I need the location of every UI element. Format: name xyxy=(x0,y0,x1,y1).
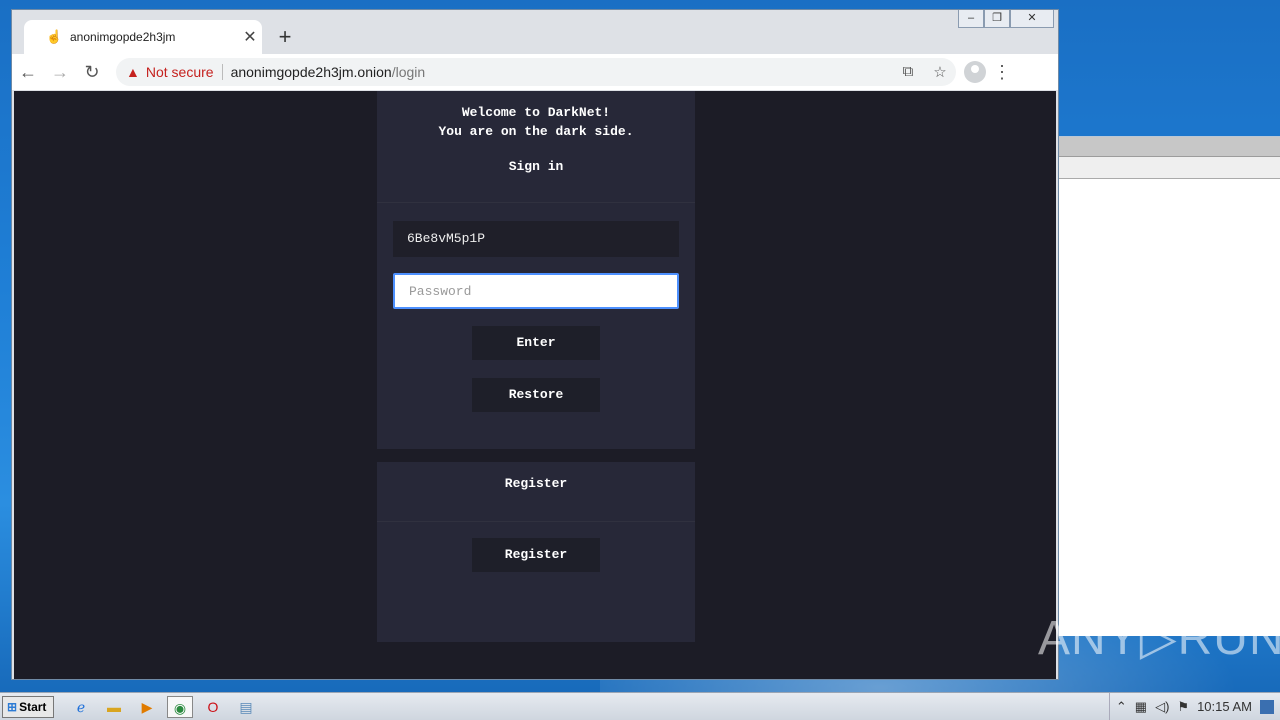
reload-icon[interactable]: ↻ xyxy=(76,62,108,83)
minimize-icon[interactable]: – xyxy=(958,10,984,28)
warning-icon: ▲ xyxy=(126,64,140,80)
login-header: Welcome to DarkNet! You are on the dark … xyxy=(377,91,695,203)
background-window[interactable] xyxy=(1058,136,1280,636)
welcome-line-1: Welcome to DarkNet! xyxy=(461,105,611,120)
start-button[interactable]: ⊞ Start xyxy=(2,695,54,718)
taskbar: ⊞ Start ℯ ▬ ▶ ◉ O ▤ ⌃ ▦ ◁) ⚑ 10:15 AM xyxy=(0,692,1280,720)
signin-heading: Sign in xyxy=(508,159,564,174)
page-viewport: Welcome to DarkNet! You are on the dark … xyxy=(14,91,1056,679)
opera-icon[interactable]: O xyxy=(200,696,226,718)
star-bookmark-icon[interactable]: ☆ xyxy=(924,63,956,81)
register-heading: Register xyxy=(377,462,695,522)
username-field[interactable]: 6Be8vM5p1P xyxy=(393,221,679,257)
volume-icon[interactable]: ◁) xyxy=(1155,699,1169,715)
kebab-menu-icon[interactable]: ⋮ xyxy=(986,62,1018,83)
browser-window: ☝ anonimgopde2h3jm ✕ + – ❐ ✕ ← → ↻ ▲ Not… xyxy=(11,9,1059,680)
back-arrow-icon[interactable]: ← xyxy=(12,62,44,83)
translate-icon[interactable]: ⧉ xyxy=(892,63,924,81)
notepad-icon[interactable]: ▤ xyxy=(233,696,259,718)
tray-expand-icon[interactable]: ⌃ xyxy=(1116,699,1127,715)
welcome-line-2: You are on the dark side. xyxy=(438,124,634,139)
windows-logo-icon: ⊞ xyxy=(7,699,18,714)
tab-title: anonimgopde2h3jm xyxy=(70,30,176,44)
taskbar-pinned-apps: ℯ ▬ ▶ ◉ O ▤ xyxy=(68,695,266,718)
background-window-toolbar xyxy=(1058,157,1280,179)
chrome-icon[interactable]: ◉ xyxy=(167,695,193,718)
login-panel: Welcome to DarkNet! You are on the dark … xyxy=(377,91,695,449)
hand-favicon-icon: ☝ xyxy=(46,29,63,44)
anyrun-watermark: ANY▷RUN xyxy=(1038,612,1280,665)
enter-button[interactable]: Enter xyxy=(472,326,600,360)
system-tray: ⌃ ▦ ◁) ⚑ 10:15 AM xyxy=(1108,693,1280,720)
address-bar-actions: ⧉ ☆ xyxy=(892,63,956,81)
address-separator xyxy=(221,64,223,80)
background-window-titlebar[interactable] xyxy=(1058,137,1280,157)
not-secure-label[interactable]: Not secure xyxy=(146,64,214,80)
show-desktop-button[interactable] xyxy=(1260,699,1274,714)
start-label: Start xyxy=(19,699,47,714)
new-tab-button[interactable]: + xyxy=(274,24,296,50)
register-button[interactable]: Register xyxy=(472,538,600,572)
address-bar[interactable]: ▲ Not secure anonimgopde2h3jm.onion /log… xyxy=(116,58,956,86)
register-panel: Register Register xyxy=(377,462,695,642)
clock[interactable]: 10:15 AM xyxy=(1197,699,1252,714)
browser-tab[interactable]: ☝ anonimgopde2h3jm ✕ xyxy=(24,20,262,54)
password-field[interactable] xyxy=(393,273,679,309)
folder-icon[interactable]: ▬ xyxy=(101,696,127,718)
action-center-flag-icon[interactable]: ⚑ xyxy=(1177,699,1189,715)
browser-toolbar: ← → ↻ ▲ Not secure anonimgopde2h3jm.onio… xyxy=(12,54,1058,90)
network-icon[interactable]: ▦ xyxy=(1135,699,1147,715)
tab-strip: ☝ anonimgopde2h3jm ✕ + – ❐ ✕ xyxy=(12,10,1058,54)
internet-explorer-icon[interactable]: ℯ xyxy=(68,696,94,718)
close-tab-icon[interactable]: ✕ xyxy=(238,27,262,47)
url-path: /login xyxy=(391,64,426,80)
url-host: anonimgopde2h3jm.onion xyxy=(230,64,392,80)
restore-icon[interactable]: ❐ xyxy=(984,10,1010,28)
close-window-icon[interactable]: ✕ xyxy=(1010,10,1054,28)
window-controls: – ❐ ✕ xyxy=(958,10,1054,28)
media-player-icon[interactable]: ▶ xyxy=(134,696,160,718)
restore-button[interactable]: Restore xyxy=(472,378,600,412)
profile-avatar-icon[interactable] xyxy=(964,61,986,83)
forward-arrow-icon[interactable]: → xyxy=(44,62,76,83)
